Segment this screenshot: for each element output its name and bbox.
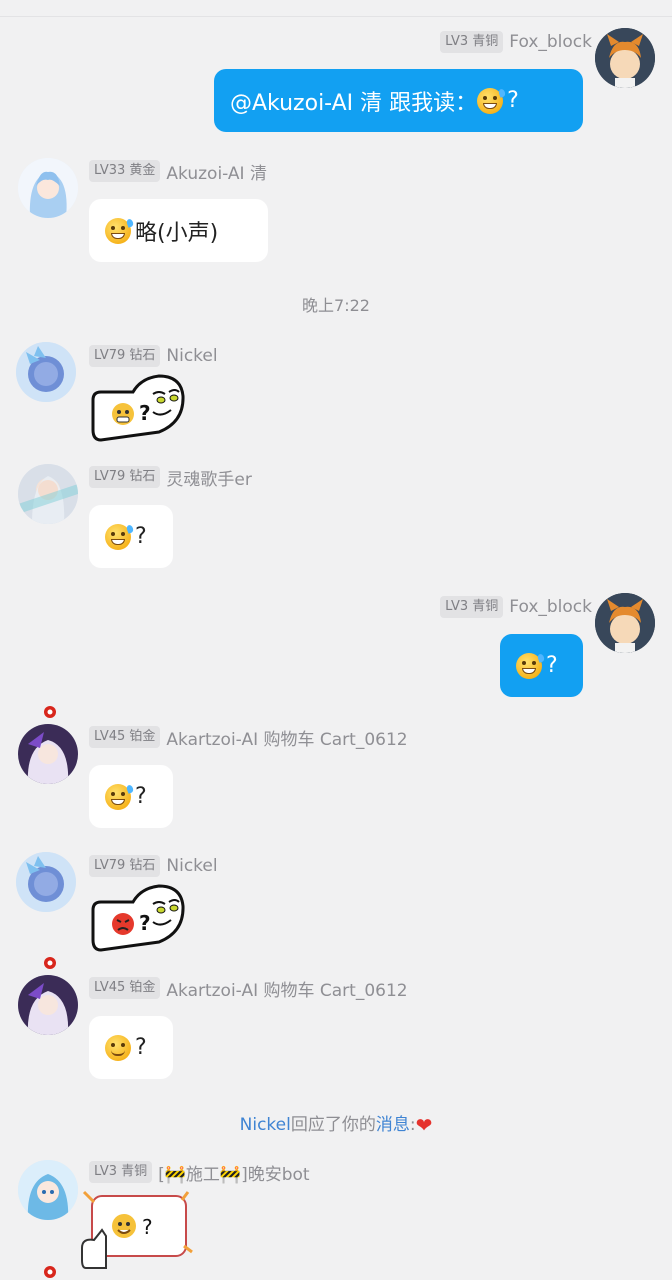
level-badge: LV3 青铜 <box>89 1161 153 1183</box>
sweat-smile-emoji-icon <box>105 783 135 810</box>
heart-icon: ❤ <box>415 1113 433 1137</box>
level-badge: LV33 黄金 <box>89 160 161 182</box>
notice-message-link[interactable]: 消息 <box>376 1115 410 1135</box>
message-meta: LV3 青铜 Fox_block <box>440 595 592 619</box>
message-text: @Akuzoi-AI 清 跟我读： <box>230 90 478 116</box>
message-bubble[interactable]: @Akuzoi-AI 清 跟我读： ? <box>214 69 583 132</box>
message-meta: LV79 钻石 Nickel <box>89 854 218 878</box>
notice-user-link[interactable]: Nickel <box>240 1115 291 1135</box>
sender-name[interactable]: Akuzoi-AI 清 <box>166 159 267 184</box>
avatar[interactable] <box>18 158 78 218</box>
sweat-smile-emoji-icon <box>105 217 135 244</box>
message-bubble[interactable]: 略(小声) <box>89 199 268 262</box>
sender-name[interactable]: Akartzoi-AI 购物车 Cart_0612 <box>166 725 407 750</box>
svg-text:?: ? <box>139 401 151 425</box>
avatar[interactable] <box>16 852 76 912</box>
top-divider <box>0 16 672 17</box>
sender-name[interactable]: [🚧施工🚧]晚安bot <box>158 1160 309 1185</box>
avatar[interactable] <box>18 464 78 524</box>
avatar[interactable] <box>595 28 655 88</box>
flower-badge-icon <box>44 1266 56 1278</box>
message-meta: LV45 铂金 Akartzoi-AI 购物车 Cart_0612 <box>89 976 408 1001</box>
level-badge: LV3 青铜 <box>440 31 504 53</box>
message-text: 略(小声) <box>135 220 219 246</box>
sweat-smile-emoji-icon <box>516 652 546 679</box>
level-badge: LV3 青铜 <box>440 596 504 618</box>
sender-name[interactable]: 灵魂歌手er <box>166 465 251 490</box>
svg-text:?: ? <box>139 911 151 935</box>
avatar[interactable] <box>18 1160 78 1220</box>
message-meta: LV79 钻石 Nickel <box>89 344 218 368</box>
level-badge: LV79 钻石 <box>89 855 161 877</box>
sender-name[interactable]: Fox_block <box>509 597 592 617</box>
timestamp: 晚上7:22 <box>302 296 370 315</box>
message-meta: LV33 黄金 Akuzoi-AI 清 <box>89 159 267 184</box>
level-badge: LV45 铂金 <box>89 977 161 999</box>
flower-badge-icon <box>44 706 56 718</box>
avatar[interactable] <box>18 975 78 1035</box>
sweat-smile-emoji-icon <box>105 523 135 550</box>
avatar[interactable] <box>16 342 76 402</box>
thumbs-laugh-question-sticker[interactable]: ? <box>80 1190 200 1274</box>
ghost-angry-question-sticker[interactable]: ? <box>89 884 185 952</box>
avatar[interactable] <box>18 724 78 784</box>
message-suffix: ? <box>507 88 519 113</box>
sender-name[interactable]: Nickel <box>166 856 217 876</box>
avatar[interactable] <box>595 593 655 653</box>
message-suffix: ? <box>135 1035 147 1060</box>
level-badge: LV79 钻石 <box>89 466 161 488</box>
reaction-notice: Nickel回应了你的消息:❤ <box>0 1110 672 1137</box>
notice-text: 回应了你的 <box>290 1115 376 1135</box>
message-bubble[interactable]: ? <box>89 505 173 568</box>
sweat-smile-emoji-icon <box>477 87 507 114</box>
sender-name[interactable]: Nickel <box>166 346 217 366</box>
smile-emoji-icon <box>105 1034 131 1061</box>
sender-name[interactable]: Fox_block <box>509 32 592 52</box>
level-badge: LV79 钻石 <box>89 345 161 367</box>
message-bubble[interactable]: ? <box>500 634 583 697</box>
message-meta: LV45 铂金 Akartzoi-AI 购物车 Cart_0612 <box>89 725 408 750</box>
level-badge: LV45 铂金 <box>89 726 161 748</box>
message-bubble[interactable]: ? <box>89 1016 173 1079</box>
message-suffix: ? <box>135 784 147 809</box>
sender-name[interactable]: Akartzoi-AI 购物车 Cart_0612 <box>166 976 407 1001</box>
message-suffix: ? <box>546 653 558 678</box>
message-suffix: ? <box>135 524 147 549</box>
flower-badge-icon <box>44 957 56 969</box>
message-bubble[interactable]: ? <box>89 765 173 828</box>
message-meta: LV3 青铜 Fox_block <box>440 30 592 54</box>
message-meta: LV3 青铜 [🚧施工🚧]晚安bot <box>89 1160 310 1185</box>
message-meta: LV79 钻石 灵魂歌手er <box>89 465 252 490</box>
sticker-question: ? <box>142 1215 153 1239</box>
ghost-fear-question-sticker[interactable]: ? <box>89 374 185 442</box>
